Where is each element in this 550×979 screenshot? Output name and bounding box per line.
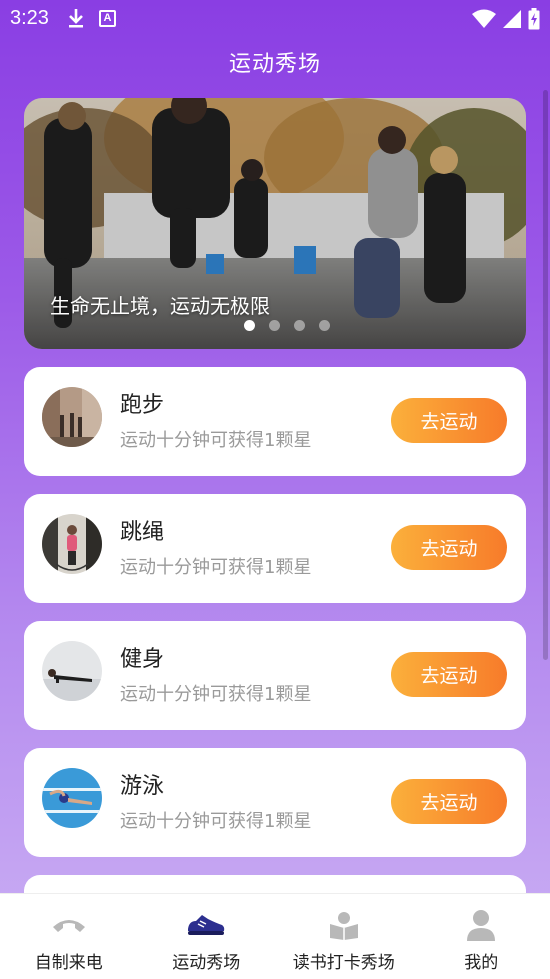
card-subtitle: 运动十分钟可获得1颗星	[120, 811, 312, 832]
tab-label: 运动秀场	[172, 953, 241, 973]
status-bar: 3:23 A	[0, 0, 550, 36]
tab-sports-show[interactable]: 运动秀场	[138, 894, 276, 979]
battery-icon	[528, 8, 540, 30]
sport-card-swimming[interactable]: 游泳 运动十分钟可获得1颗星 去运动	[24, 748, 526, 857]
card-title: 跳绳	[120, 520, 165, 545]
banner-carousel[interactable]: 生命无止境，运动无极限	[24, 98, 526, 349]
person-icon	[467, 908, 496, 942]
tab-custom-call[interactable]: 自制来电	[0, 894, 138, 979]
sneaker-icon	[186, 908, 226, 942]
card-subtitle: 运动十分钟可获得1颗星	[120, 684, 312, 705]
go-exercise-button[interactable]: 去运动	[391, 779, 507, 824]
carousel-dot-2[interactable]	[269, 320, 280, 331]
banner-caption: 生命无止境，运动无极限	[50, 294, 270, 318]
status-left-icons: A	[67, 8, 116, 28]
running-avatar	[42, 387, 102, 447]
go-exercise-button[interactable]: 去运动	[391, 652, 507, 697]
carousel-dots	[244, 320, 330, 331]
carousel-dot-3[interactable]	[294, 320, 305, 331]
tab-label: 我的	[464, 953, 499, 973]
go-exercise-button[interactable]: 去运动	[391, 398, 507, 443]
download-icon	[68, 9, 83, 28]
tab-reading-checkin[interactable]: 读书打卡秀场	[275, 894, 413, 979]
keyboard-icon: A	[98, 9, 116, 27]
jump-rope-avatar	[42, 514, 102, 574]
bottom-tab-bar: 自制来电 运动秀场 读书打卡秀场 我的	[0, 893, 550, 979]
card-title: 跑步	[120, 393, 165, 418]
book-icon	[328, 908, 360, 942]
status-time: 3:23	[10, 6, 49, 29]
card-title: 健身	[120, 647, 165, 672]
status-right-icons	[472, 8, 540, 30]
tab-label: 读书打卡秀场	[292, 953, 395, 973]
phone-icon	[51, 908, 87, 942]
tab-label: 自制来电	[34, 953, 103, 973]
carousel-dot-4[interactable]	[319, 320, 330, 331]
page-title: 运动秀场	[228, 52, 321, 77]
sport-card-fitness[interactable]: 健身 运动十分钟可获得1颗星 去运动	[24, 621, 526, 730]
carousel-dot-1[interactable]	[244, 320, 255, 331]
sport-card-jump-rope[interactable]: 跳绳 运动十分钟可获得1颗星 去运动	[24, 494, 526, 603]
card-subtitle: 运动十分钟可获得1颗星	[120, 557, 312, 578]
sport-card-running[interactable]: 跑步 运动十分钟可获得1颗星 去运动	[24, 367, 526, 476]
wifi-icon	[472, 9, 496, 28]
card-title: 游泳	[120, 774, 165, 799]
scrollbar[interactable]	[543, 90, 548, 660]
go-exercise-button[interactable]: 去运动	[391, 525, 507, 570]
card-subtitle: 运动十分钟可获得1颗星	[120, 430, 312, 451]
swimming-avatar	[42, 768, 102, 828]
fitness-avatar	[42, 641, 102, 701]
tab-mine[interactable]: 我的	[413, 894, 550, 979]
signal-icon	[503, 10, 521, 28]
